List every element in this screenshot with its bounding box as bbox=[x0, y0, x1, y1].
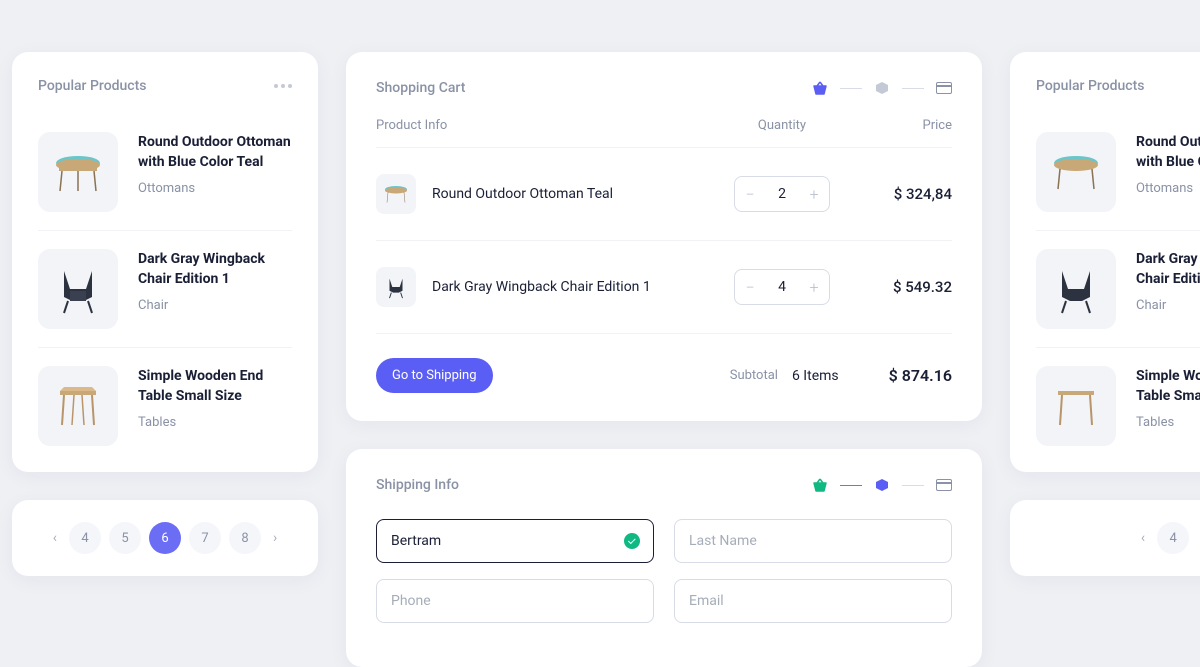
page-prev[interactable]: ‹ bbox=[1137, 530, 1149, 546]
product-name: Round Outdoor Ottoman with Blue Color Te… bbox=[1136, 132, 1200, 173]
page-5[interactable]: 5 bbox=[109, 522, 141, 554]
product-item[interactable]: Round Outdoor Ottoman with Blue Color Te… bbox=[1036, 114, 1200, 231]
popular-title: Popular Products bbox=[38, 78, 147, 94]
product-item[interactable]: Round Outdoor Ottoman with Blue Color Te… bbox=[38, 114, 292, 231]
quantity-stepper: − 4 + bbox=[734, 269, 830, 305]
product-name: Round Outdoor Ottoman with Blue Color Te… bbox=[138, 132, 292, 173]
cart-row: Dark Gray Wingback Chair Edition 1 − 4 +… bbox=[376, 241, 952, 334]
creditcard-icon bbox=[936, 82, 952, 94]
page-8[interactable]: 8 bbox=[229, 522, 261, 554]
qty-value: 4 bbox=[765, 279, 799, 295]
shipping-title: Shipping Info bbox=[376, 477, 459, 493]
product-thumb bbox=[1036, 366, 1116, 446]
phone-field[interactable] bbox=[376, 579, 654, 623]
subtotal-value: $ 874.16 bbox=[889, 366, 952, 385]
product-thumb bbox=[38, 249, 118, 329]
product-category: Chair bbox=[138, 298, 292, 313]
checkout-steps bbox=[812, 477, 952, 493]
box-icon bbox=[874, 80, 890, 96]
subtotal-label: Subtotal bbox=[730, 368, 778, 383]
pagination: ‹ 4 5 6 7 8 › bbox=[12, 500, 318, 576]
product-item[interactable]: Dark Gray Wingback Chair Edition 1 Chair bbox=[1036, 231, 1200, 348]
step-divider bbox=[840, 88, 862, 89]
cart-row: Round Outdoor Ottoman Teal − 2 + $ 324,8… bbox=[376, 148, 952, 241]
item-count: 6 Items bbox=[792, 368, 839, 384]
page-6[interactable]: 6 bbox=[149, 522, 181, 554]
product-item[interactable]: Dark Gray Wingback Chair Edition 1 Chair bbox=[38, 231, 292, 348]
cart-item-price: $ 324,84 bbox=[842, 185, 952, 203]
qty-plus[interactable]: + bbox=[799, 185, 829, 204]
email-field[interactable] bbox=[674, 579, 952, 623]
page-7[interactable]: 7 bbox=[189, 522, 221, 554]
page-4[interactable]: 4 bbox=[69, 522, 101, 554]
quantity-stepper: − 2 + bbox=[734, 176, 830, 212]
col-quantity: Quantity bbox=[722, 118, 842, 133]
col-price: Price bbox=[842, 118, 952, 133]
box-icon bbox=[874, 477, 890, 493]
qty-plus[interactable]: + bbox=[799, 278, 829, 297]
page-prev[interactable]: ‹ bbox=[49, 530, 61, 546]
product-thumb bbox=[1036, 132, 1116, 212]
go-to-shipping-button[interactable]: Go to Shipping bbox=[376, 358, 493, 393]
cart-item-name: Dark Gray Wingback Chair Edition 1 bbox=[432, 279, 651, 295]
more-icon[interactable] bbox=[274, 84, 292, 88]
product-name: Dark Gray Wingback Chair Edition 1 bbox=[138, 249, 292, 290]
product-thumb bbox=[38, 132, 118, 212]
product-name: Simple Wooden End Table Small Size bbox=[1136, 366, 1200, 407]
page-4[interactable]: 4 bbox=[1157, 522, 1189, 554]
pagination-dup: ‹ 4 bbox=[1010, 500, 1200, 576]
step-divider bbox=[840, 485, 862, 486]
popular-title: Popular Products bbox=[1036, 78, 1145, 94]
last-name-field[interactable] bbox=[674, 519, 952, 563]
product-thumb bbox=[1036, 249, 1116, 329]
popular-products-card: Popular Products Round Outdoor Ottoman w… bbox=[12, 52, 318, 472]
product-category: Tables bbox=[1136, 415, 1200, 430]
qty-minus[interactable]: − bbox=[735, 185, 765, 204]
cart-title: Shopping Cart bbox=[376, 80, 465, 96]
basket-icon bbox=[812, 80, 828, 96]
product-item[interactable]: Simple Wooden End Table Small Size Tables bbox=[1036, 348, 1200, 446]
product-category: Chair bbox=[1136, 298, 1200, 313]
cart-thumb bbox=[376, 174, 416, 214]
product-category: Ottomans bbox=[138, 181, 292, 196]
cart-item-price: $ 549.32 bbox=[842, 278, 952, 296]
product-category: Tables bbox=[138, 415, 292, 430]
cart-thumb bbox=[376, 267, 416, 307]
shopping-cart-card: Shopping Cart Product Info Quantity Pric… bbox=[346, 52, 982, 421]
first-name-field[interactable] bbox=[376, 519, 654, 563]
checkout-steps bbox=[812, 80, 952, 96]
product-item[interactable]: Simple Wooden End Table Small Size Table… bbox=[38, 348, 292, 446]
col-product-info: Product Info bbox=[376, 118, 722, 133]
product-thumb bbox=[38, 366, 118, 446]
qty-minus[interactable]: − bbox=[735, 278, 765, 297]
step-divider bbox=[902, 485, 924, 486]
shipping-info-card: Shipping Info bbox=[346, 449, 982, 667]
cart-item-name: Round Outdoor Ottoman Teal bbox=[432, 186, 613, 202]
qty-value: 2 bbox=[765, 186, 799, 202]
basket-icon bbox=[812, 477, 828, 493]
check-icon bbox=[624, 533, 640, 549]
step-divider bbox=[902, 88, 924, 89]
product-name: Dark Gray Wingback Chair Edition 1 bbox=[1136, 249, 1200, 290]
creditcard-icon bbox=[936, 479, 952, 491]
popular-products-card-dup: Popular Products Round Outdoor Ottoman w… bbox=[1010, 52, 1200, 472]
product-category: Ottomans bbox=[1136, 181, 1200, 196]
product-name: Simple Wooden End Table Small Size bbox=[138, 366, 292, 407]
page-next[interactable]: › bbox=[269, 530, 281, 546]
